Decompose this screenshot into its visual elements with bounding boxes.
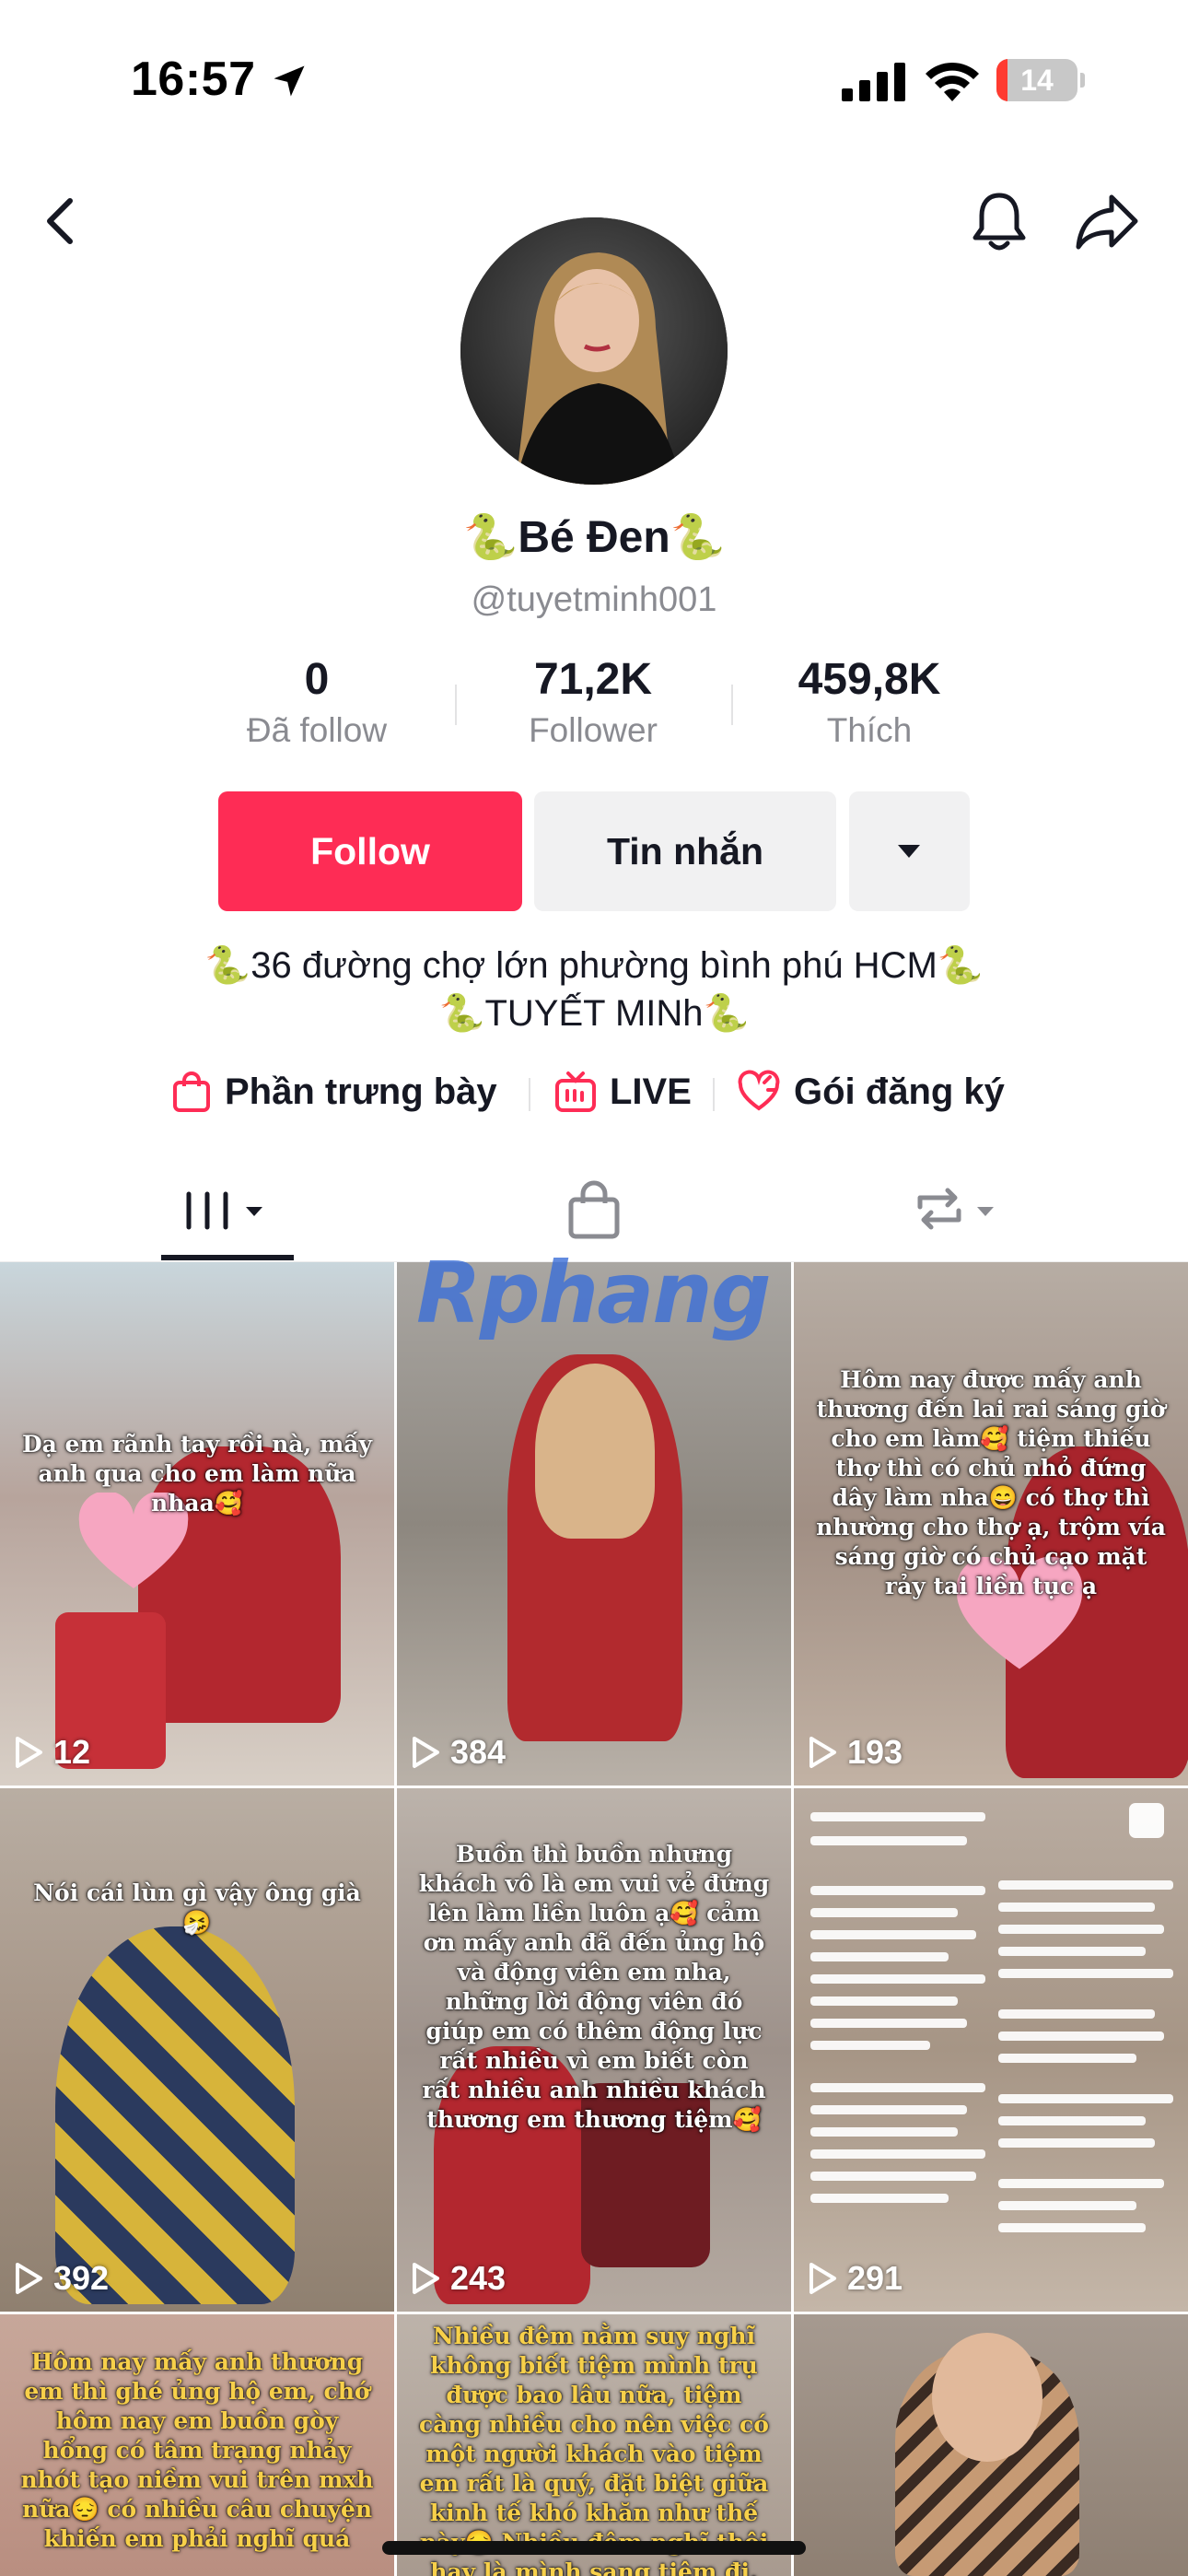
- tab-videos[interactable]: [161, 1163, 294, 1259]
- video-tile[interactable]: 291: [794, 1788, 1188, 2312]
- play-icon: [809, 2263, 836, 2294]
- cellular-signal-icon: [842, 63, 905, 101]
- shopping-bag-icon: [173, 1071, 210, 1112]
- link-label: Phần trưng bày: [225, 1071, 497, 1112]
- wifi-icon: [926, 62, 979, 101]
- bio-line: 🐍TUYẾT MINh🐍: [438, 993, 750, 1034]
- share-icon[interactable]: [1073, 192, 1141, 252]
- view-count-label: 193: [847, 1733, 903, 1771]
- stat-followers[interactable]: 71,2K Follower: [455, 652, 731, 754]
- video-tile[interactable]: [794, 2314, 1188, 2576]
- stat-value: 0: [304, 655, 330, 704]
- play-icon: [413, 2263, 439, 2294]
- view-count: 193: [807, 1732, 903, 1773]
- stat-value: 71,2K: [533, 655, 653, 704]
- video-caption: Buồn thì buồn nhưng khách vô là em vui v…: [418, 1841, 770, 2133]
- play-icon: [16, 2263, 42, 2294]
- tab-reposts[interactable]: [907, 1163, 1008, 1259]
- view-count: 243: [410, 2258, 506, 2299]
- stat-label: Đã follow: [246, 711, 388, 749]
- video-grid: Dạ em rãnh tay rồi nà, mấy anh qua cho e…: [0, 1262, 1188, 2576]
- video-tile[interactable]: Hôm nay mấy anh thương em thì ghé ủng hộ…: [0, 2314, 394, 2576]
- view-count: 392: [13, 2258, 109, 2299]
- caret-down-icon: [898, 845, 920, 858]
- battery-icon: 14: [996, 59, 1085, 101]
- view-count: 384: [410, 1732, 506, 1773]
- video-tile[interactable]: Nói cái lùn gì vậy ông già🤧 392: [0, 1788, 394, 2312]
- status-time: 16:57: [131, 53, 256, 106]
- dense-caption-text: [810, 1803, 1173, 2232]
- play-icon: [809, 1737, 836, 1768]
- avatar-photo: [460, 217, 728, 485]
- view-count-label: 243: [450, 2259, 507, 2297]
- video-tile[interactable]: Dạ em rãnh tay rồi nà, mấy anh qua cho e…: [0, 1262, 394, 1786]
- follow-button[interactable]: Follow: [218, 791, 522, 911]
- video-caption: Hôm nay mấy anh thương em thì ghé ủng hộ…: [20, 2348, 374, 2552]
- play-icon: [16, 1737, 42, 1768]
- view-count-label: 291: [847, 2259, 903, 2297]
- view-count-label: 384: [450, 1733, 507, 1771]
- view-count-label: 392: [53, 2259, 110, 2297]
- profile-links: Phần trưng bày LIVE Gói đăng ký: [0, 1060, 1188, 1124]
- stat-likes[interactable]: 459,8K Thích: [731, 652, 1007, 754]
- subscription-link[interactable]: Gói đăng ký: [737, 1060, 1005, 1124]
- bio-line: 🐍36 đường chợ lớn phường bình phú HCM🐍: [204, 945, 984, 986]
- active-tab-indicator: [161, 1255, 294, 1260]
- back-chevron-icon[interactable]: [35, 193, 90, 249]
- stat-label: Follower: [529, 711, 658, 749]
- video-tile[interactable]: Buồn thì buồn nhưng khách vô là em vui v…: [397, 1788, 791, 2312]
- stat-value: 459,8K: [798, 655, 941, 704]
- live-link[interactable]: LIVE: [554, 1060, 692, 1124]
- video-caption: Dạ em rãnh tay rồi nà, mấy anh qua cho e…: [21, 1431, 373, 1516]
- grid-lines-icon: [186, 1191, 262, 1230]
- bell-icon[interactable]: [969, 190, 1030, 254]
- view-count-label: 12: [53, 1733, 91, 1771]
- subscription-icon: [738, 1070, 780, 1111]
- view-count: 291: [807, 2258, 903, 2299]
- profile-stats: 0 Đã follow 71,2K Follower 459,8K Thích: [0, 652, 1188, 763]
- bio: 🐍36 đường chợ lớn phường bình phú HCM🐍 🐍…: [0, 942, 1188, 1037]
- home-indicator[interactable]: [382, 2541, 806, 2555]
- video-tile[interactable]: Hôm nay được mấy anh thương đến lai rai …: [794, 1262, 1188, 1786]
- location-arrow-icon: [274, 65, 305, 97]
- status-bar: 16:57 14: [0, 0, 1188, 157]
- avatar[interactable]: [460, 217, 728, 485]
- display-name: 🐍Bé Đen🐍: [462, 513, 726, 562]
- watermark-logo: Rphang: [416, 1244, 772, 1342]
- video-caption: Nói cái lùn gì vậy ông già🤧: [33, 1879, 361, 1936]
- stat-following[interactable]: 0 Đã follow: [179, 652, 455, 754]
- link-divider: [529, 1078, 530, 1111]
- link-divider: [713, 1078, 715, 1111]
- more-options-button[interactable]: [849, 791, 970, 911]
- play-icon: [413, 1737, 439, 1768]
- battery-level: 14: [1020, 64, 1054, 97]
- view-count: 12: [13, 1732, 90, 1773]
- video-tile[interactable]: Nhiều đêm nằm suy nghĩ không biết tiệm m…: [397, 2314, 791, 2576]
- link-label: Gói đăng ký: [794, 1071, 1005, 1112]
- bag-icon: [568, 1180, 620, 1239]
- showcase-link[interactable]: Phần trưng bày: [171, 1060, 497, 1124]
- live-tv-icon: [555, 1071, 596, 1112]
- message-button[interactable]: Tin nhắn: [534, 791, 836, 911]
- link-label: LIVE: [610, 1071, 692, 1112]
- video-caption: Nhiều đêm nằm suy nghĩ không biết tiệm m…: [419, 2323, 769, 2576]
- video-caption: Hôm nay được mấy anh thương đến lai rai …: [816, 1366, 1166, 1599]
- stat-label: Thích: [826, 711, 913, 749]
- multi-photo-icon: [1129, 1803, 1164, 1838]
- username: @tuyetminh001: [471, 580, 717, 619]
- repost-icon: [917, 1188, 994, 1230]
